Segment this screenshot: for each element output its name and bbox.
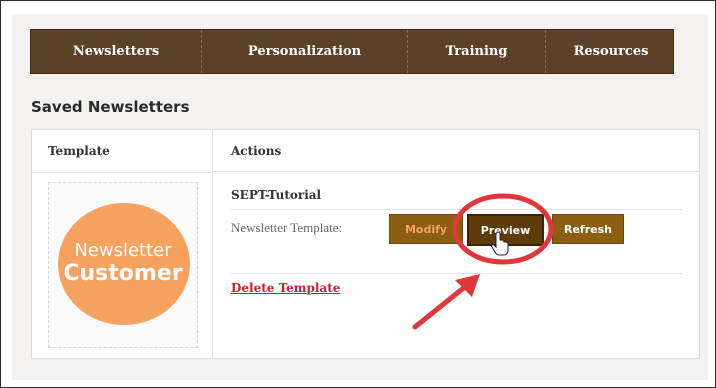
- column-header-actions: Actions: [213, 130, 699, 172]
- logo-text-line2: Customer: [63, 261, 183, 286]
- newsletter-name: SEPT-Tutorial: [231, 188, 322, 202]
- row-divider: [231, 209, 683, 210]
- delete-template-link[interactable]: Delete Template: [231, 281, 340, 295]
- saved-newsletters-table: Template Actions Newsletter Customer SEP…: [31, 129, 700, 359]
- modify-button[interactable]: Modify: [389, 214, 463, 244]
- nav-item-newsletters[interactable]: Newsletters: [31, 30, 202, 73]
- column-divider: [212, 130, 213, 358]
- header-divider: [32, 172, 213, 173]
- column-header-template: Template: [48, 130, 208, 173]
- main-nav: Newsletters Personalization Training Res…: [30, 29, 674, 74]
- template-label: Newsletter Template:: [231, 220, 343, 235]
- row-divider: [231, 273, 683, 274]
- nav-item-label: Resources: [573, 44, 649, 59]
- template-thumbnail[interactable]: Newsletter Customer: [48, 182, 198, 348]
- nav-item-label: Personalization: [247, 44, 362, 59]
- refresh-button[interactable]: Refresh: [552, 214, 624, 244]
- section-title: Saved Newsletters: [31, 98, 190, 116]
- nav-item-label: Training: [445, 44, 508, 59]
- nav-item-label: Newsletters: [72, 44, 160, 59]
- nav-item-training[interactable]: Training: [408, 30, 546, 73]
- logo-text-line1: Newsletter: [74, 240, 172, 261]
- nav-item-personalization[interactable]: Personalization: [202, 30, 408, 73]
- nav-item-resources[interactable]: Resources: [546, 30, 676, 73]
- preview-button[interactable]: Preview: [467, 214, 544, 246]
